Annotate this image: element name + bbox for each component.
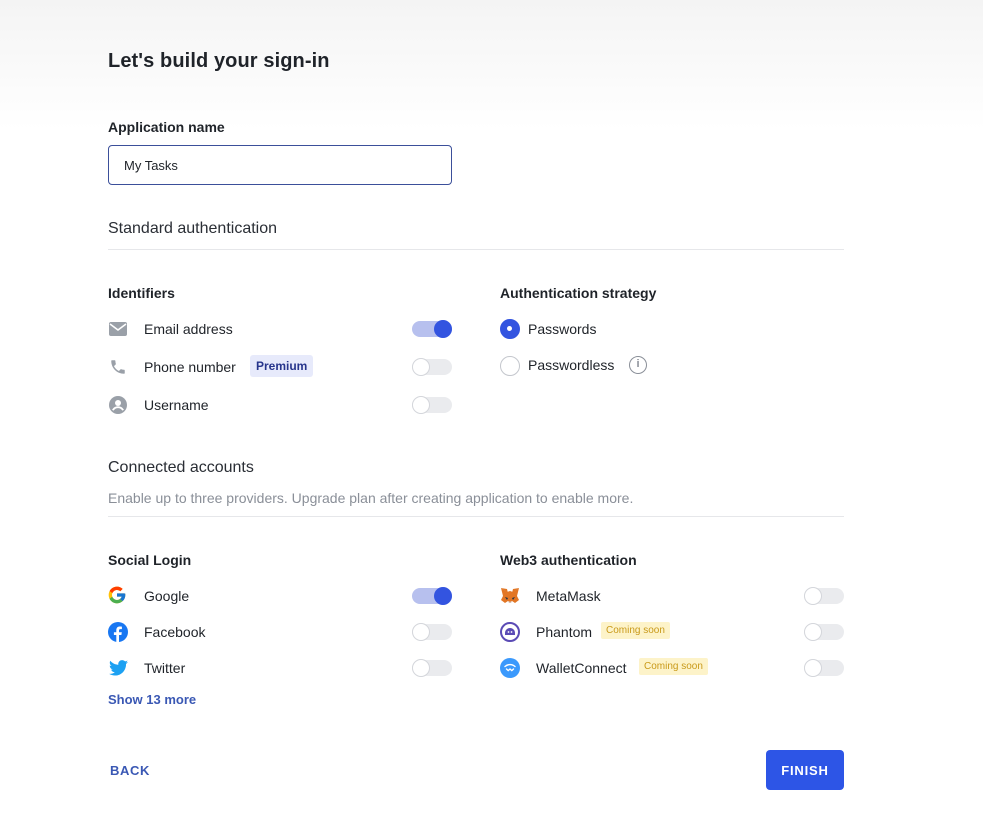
page-title: Let's build your sign-in bbox=[108, 50, 330, 72]
phone-toggle[interactable] bbox=[412, 358, 452, 376]
social-login-title: Social Login bbox=[108, 552, 192, 568]
show-more-link[interactable]: Show 13 more bbox=[108, 692, 196, 707]
standard-auth-title: Standard authentication bbox=[108, 220, 278, 237]
divider bbox=[108, 516, 844, 517]
google-toggle[interactable] bbox=[412, 587, 452, 605]
finish-button[interactable]: FINISH bbox=[766, 750, 844, 790]
facebook-label: Facebook bbox=[144, 624, 206, 640]
connected-accounts-title: Connected accounts bbox=[108, 459, 254, 476]
passwordless-label[interactable]: Passwordless bbox=[528, 357, 614, 373]
divider bbox=[108, 249, 844, 250]
web3-auth-title: Web3 authentication bbox=[500, 552, 637, 568]
phantom-toggle[interactable] bbox=[804, 623, 844, 641]
phantom-icon bbox=[500, 622, 520, 642]
metamask-icon bbox=[500, 586, 520, 606]
user-circle-icon bbox=[108, 395, 128, 415]
back-button[interactable]: BACK bbox=[110, 763, 150, 778]
passwords-radio[interactable] bbox=[500, 319, 520, 339]
envelope-icon bbox=[108, 319, 128, 339]
twitter-label: Twitter bbox=[144, 660, 186, 676]
passwords-label[interactable]: Passwords bbox=[528, 321, 596, 337]
identifiers-title: Identifiers bbox=[108, 285, 175, 301]
walletconnect-icon bbox=[500, 658, 520, 678]
google-icon bbox=[107, 585, 127, 605]
connected-accounts-description: Enable up to three providers. Upgrade pl… bbox=[108, 490, 634, 506]
facebook-toggle[interactable] bbox=[412, 623, 452, 641]
identifier-username-label: Username bbox=[144, 397, 209, 413]
app-name-label: Application name bbox=[108, 119, 225, 135]
twitter-icon bbox=[108, 658, 128, 678]
facebook-icon bbox=[108, 622, 128, 642]
twitter-toggle[interactable] bbox=[412, 659, 452, 677]
username-toggle[interactable] bbox=[412, 396, 452, 414]
identifier-phone-label: Phone number bbox=[144, 359, 236, 375]
metamask-toggle[interactable] bbox=[804, 587, 844, 605]
premium-badge: Premium bbox=[250, 355, 314, 377]
phantom-label: Phantom bbox=[536, 624, 593, 640]
passwordless-radio[interactable] bbox=[500, 356, 520, 376]
walletconnect-toggle[interactable] bbox=[804, 659, 844, 677]
phone-icon bbox=[108, 357, 128, 377]
coming-soon-badge: Coming soon bbox=[601, 622, 670, 639]
app-name-input[interactable] bbox=[109, 146, 451, 184]
google-label: Google bbox=[144, 588, 190, 604]
info-icon[interactable]: i bbox=[629, 356, 647, 374]
identifier-email-label: Email address bbox=[144, 321, 233, 337]
app-name-field-wrapper[interactable] bbox=[108, 145, 452, 185]
coming-soon-badge: Coming soon bbox=[639, 658, 708, 675]
metamask-label: MetaMask bbox=[536, 588, 601, 604]
email-toggle[interactable] bbox=[412, 320, 452, 338]
walletconnect-label: WalletConnect bbox=[536, 660, 627, 676]
auth-strategy-title: Authentication strategy bbox=[500, 285, 657, 301]
